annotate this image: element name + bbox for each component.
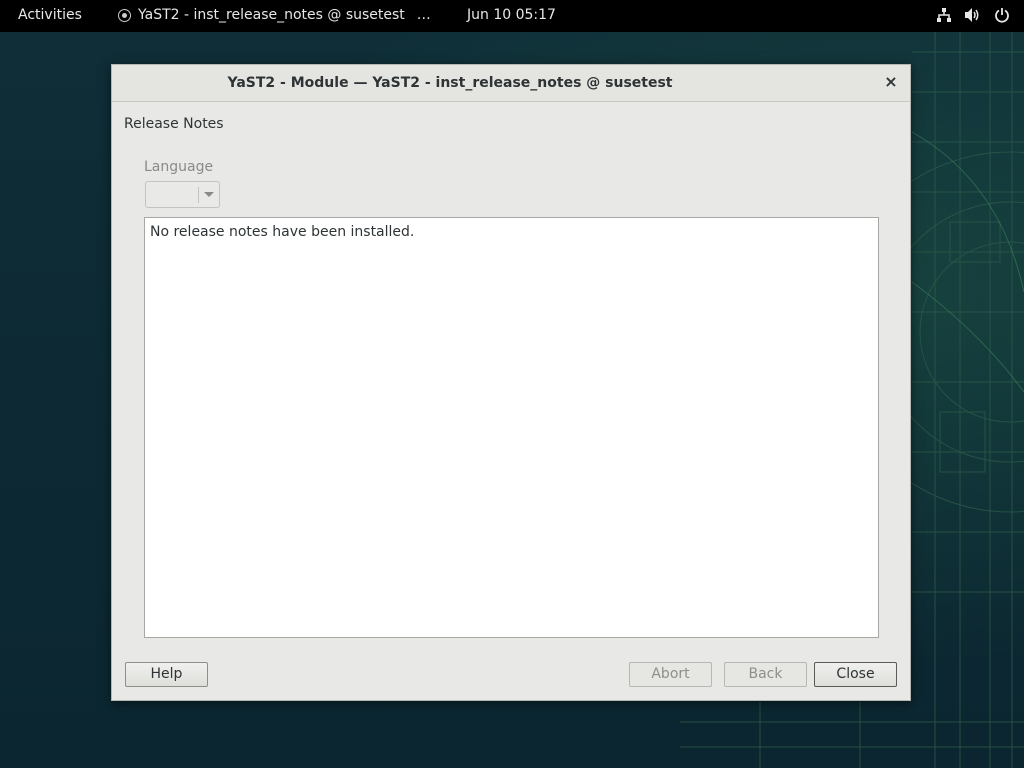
dialog-title: YaST2 - Module — YaST2 - inst_release_no… <box>227 75 673 91</box>
dialog-titlebar[interactable]: YaST2 - Module — YaST2 - inst_release_no… <box>112 65 910 102</box>
release-notes-text: No release notes have been installed. <box>150 224 415 240</box>
activities-button[interactable]: Activities <box>18 7 82 23</box>
release-notes-dialog: YaST2 - Module — YaST2 - inst_release_no… <box>111 64 911 701</box>
volume-icon[interactable] <box>964 7 982 23</box>
top-bar: Activities YaST2 - inst_release_notes @ … <box>0 0 1024 32</box>
system-tray[interactable] <box>936 7 1010 23</box>
clock[interactable]: Jun 10 05:17 <box>467 7 556 23</box>
network-icon[interactable] <box>936 7 952 23</box>
language-select-separator <box>198 187 199 203</box>
power-icon[interactable] <box>994 7 1010 23</box>
back-button[interactable]: Back <box>724 662 807 687</box>
app-menu[interactable]: YaST2 - inst_release_notes @ susetest … <box>118 7 431 23</box>
page-title: Release Notes <box>124 116 224 132</box>
help-button[interactable]: Help <box>125 662 208 687</box>
language-label: Language <box>144 159 214 175</box>
app-menu-more: … <box>416 7 431 23</box>
yast-app-icon <box>118 8 131 22</box>
release-notes-view[interactable]: No release notes have been installed. <box>144 217 879 638</box>
close-button[interactable]: Close <box>814 662 897 687</box>
close-icon[interactable]: × <box>882 73 900 91</box>
app-menu-title: YaST2 - inst_release_notes @ susetest <box>138 7 405 23</box>
abort-button[interactable]: Abort <box>629 662 712 687</box>
language-select[interactable] <box>145 181 220 208</box>
chevron-down-icon <box>204 192 214 197</box>
